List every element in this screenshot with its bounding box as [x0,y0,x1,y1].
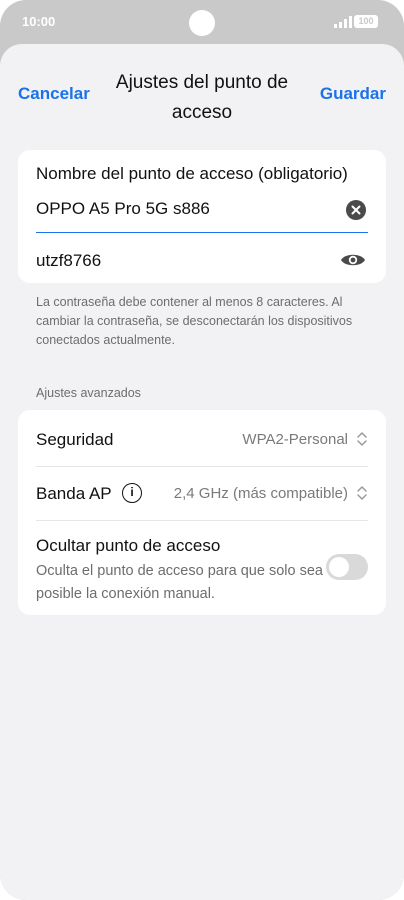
camera-cutout [189,10,215,36]
security-label: Seguridad [36,430,114,449]
hotspot-name-input[interactable]: OPPO A5 Pro 5G s886 [36,199,210,219]
divider [36,520,368,521]
toggle-knob [329,557,349,577]
password-help-text: La contraseña debe contener al menos 8 c… [36,295,353,347]
phone-frame: 10:00 100 Cancelar Ajustes del punto de … [0,0,404,900]
status-bar: 10:00 100 [0,0,404,44]
status-time: 10:00 [22,14,56,29]
eye-icon[interactable] [340,251,366,269]
band-value[interactable]: 2,4 GHz (más compatible) [174,485,348,502]
hotspot-settings-screen: Cancelar Ajustes del punto de acceso Gua… [0,44,404,900]
hide-hotspot-label: Ocultar punto de acceso [36,536,221,555]
signal-icon [334,16,352,28]
clear-icon[interactable] [346,200,366,220]
chevron-updown-icon[interactable] [356,485,368,501]
name-field-underline [36,232,368,233]
hide-hotspot-toggle[interactable] [326,554,368,580]
page-title: Ajustes del punto de acceso [115,72,289,123]
cancel-button[interactable]: Cancelar [18,84,90,104]
hotspot-credentials-card: Nombre del punto de acceso (obligatorio)… [18,150,386,283]
info-icon[interactable]: i [122,483,142,503]
save-button[interactable]: Guardar [320,84,386,104]
password-input[interactable]: utzf8766 [36,251,101,271]
chevron-updown-icon[interactable] [356,431,368,447]
advanced-settings-card: Seguridad WPA2-Personal Banda AP i 2,4 G… [18,410,386,615]
hide-hotspot-description: Oculta el punto de acceso para que solo … [36,563,323,602]
hotspot-name-label: Nombre del punto de acceso (obligatorio) [36,164,348,183]
security-value[interactable]: WPA2-Personal [242,431,348,448]
divider [36,466,368,467]
advanced-section-label: Ajustes avanzados [36,386,141,400]
band-label: Banda AP [36,484,112,503]
header: Cancelar Ajustes del punto de acceso Gua… [0,44,404,144]
battery-icon: 100 [354,15,378,28]
